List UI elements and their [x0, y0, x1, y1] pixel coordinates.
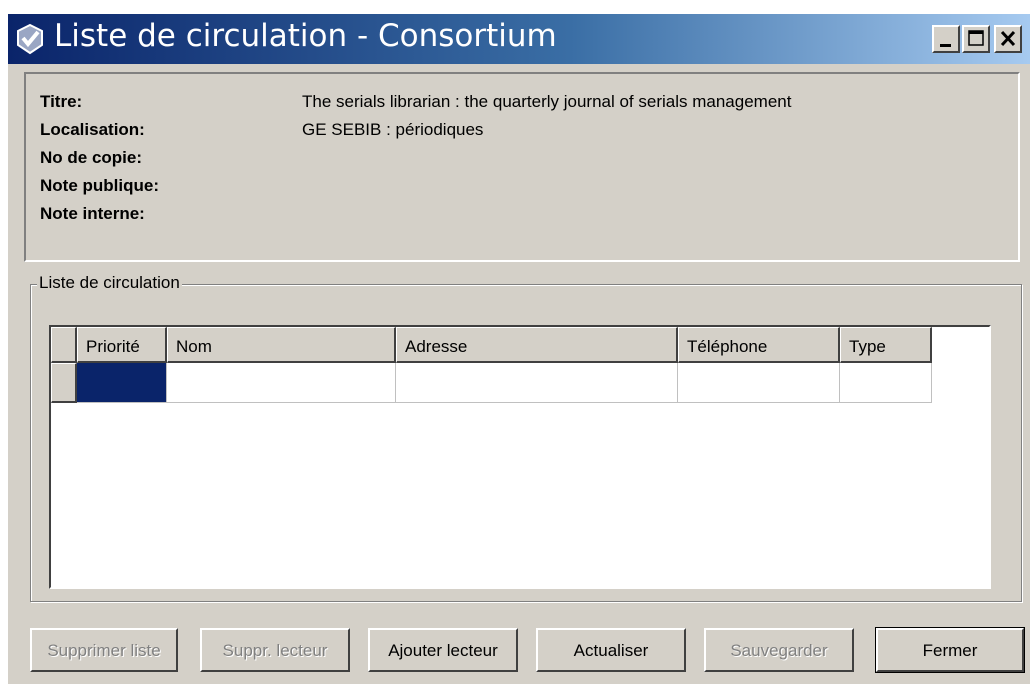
delete-list-button[interactable]: Supprimer liste: [30, 628, 178, 672]
location-value: GE SEBIB : périodiques: [302, 120, 484, 139]
cell-address[interactable]: [396, 363, 678, 403]
close-dialog-button[interactable]: Fermer: [875, 627, 1025, 673]
remove-reader-button[interactable]: Suppr. lecteur: [200, 628, 350, 672]
location-label: Localisation:: [40, 120, 145, 139]
minimize-button[interactable]: [932, 25, 960, 53]
grid-corner-header[interactable]: [51, 327, 77, 363]
circulation-grid[interactable]: Priorité Nom Adresse Téléphone Type: [49, 325, 991, 589]
column-header-address[interactable]: Adresse: [396, 327, 678, 363]
close-icon: [1000, 30, 1016, 47]
group-title: Liste de circulation: [37, 273, 182, 293]
cell-priority-selected[interactable]: [77, 363, 167, 403]
public-note-label: Note publique:: [40, 176, 159, 195]
maximize-button[interactable]: [962, 25, 990, 53]
refresh-button[interactable]: Actualiser: [536, 628, 686, 672]
maximize-icon: [968, 30, 984, 46]
copy-number-label: No de copie:: [40, 148, 143, 167]
circulation-window: Liste de circulation - Consortium Titre:…: [8, 14, 1030, 684]
title-bar[interactable]: Liste de circulation - Consortium: [8, 14, 1030, 64]
cell-phone[interactable]: [678, 363, 840, 403]
record-info-panel: Titre: The serials librarian : the quart…: [24, 72, 1020, 262]
cell-name[interactable]: [167, 363, 396, 403]
cell-type[interactable]: [840, 363, 932, 403]
column-header-name[interactable]: Nom: [167, 327, 396, 363]
title-label: Titre:: [40, 92, 83, 111]
column-header-priority[interactable]: Priorité: [77, 327, 167, 363]
column-header-type[interactable]: Type: [840, 327, 932, 363]
save-button[interactable]: Sauvegarder: [704, 628, 854, 672]
internal-note-label: Note interne:: [40, 204, 145, 223]
title-value: The serials librarian : the quarterly jo…: [302, 92, 792, 111]
close-button[interactable]: [994, 25, 1022, 53]
circulation-list-group: Liste de circulation Priorité Nom Adress…: [30, 273, 1022, 602]
add-reader-button[interactable]: Ajouter lecteur: [368, 628, 518, 672]
column-header-phone[interactable]: Téléphone: [678, 327, 840, 363]
app-checkmark-icon[interactable]: [14, 23, 46, 55]
window-title: Liste de circulation - Consortium: [54, 18, 557, 54]
row-selector[interactable]: [51, 363, 77, 403]
minimize-icon: [940, 44, 951, 47]
